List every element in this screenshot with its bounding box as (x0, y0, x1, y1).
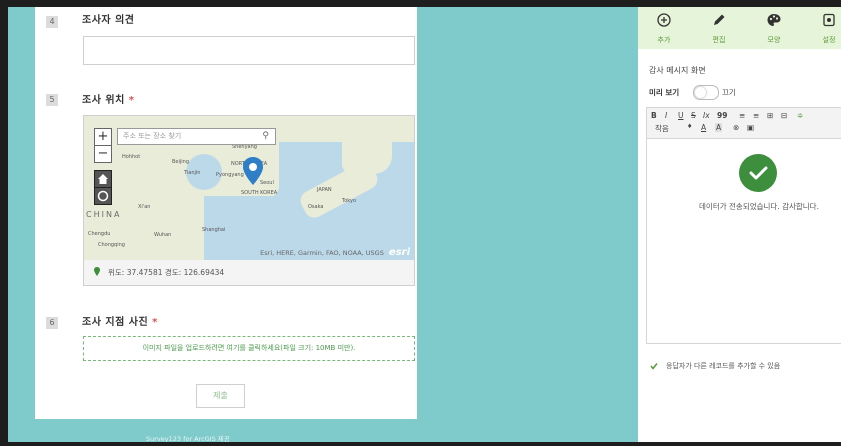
photo-upload-area[interactable]: 이미지 파일을 업로드하려면 여기를 클릭하세요(파일 크기: 10MB 미만)… (83, 336, 415, 361)
quote-button[interactable]: 99 (717, 111, 727, 120)
home-button[interactable] (94, 170, 112, 188)
toggle-state-label: 끄기 (722, 88, 736, 97)
locate-icon (97, 190, 109, 202)
map-label-chengdu: Chengdu (88, 231, 111, 237)
outdent-button[interactable]: ⊟ (781, 111, 787, 120)
search-icon[interactable]: ⚲ (262, 129, 269, 144)
pencil-icon (714, 14, 725, 25)
question-number-6: 6 (46, 317, 58, 329)
map-label-japan: JAPAN (317, 187, 332, 193)
question-title-5-text: 조사 위치 (82, 95, 125, 106)
locate-button[interactable] (94, 187, 112, 205)
map-label-pyongyang: Pyongyang (216, 172, 244, 178)
location-pin-icon[interactable] (242, 156, 264, 186)
map-label-china: CHINA (86, 210, 122, 219)
tool-settings[interactable]: 설정 (809, 7, 841, 49)
window-left-border (0, 0, 8, 446)
map-search-placeholder: 주소 또는 장소 찾기 (123, 132, 182, 140)
preview-label: 미리 보기 (649, 88, 680, 97)
required-marker: * (128, 95, 135, 106)
map-label-xian: Xi'an (138, 204, 151, 210)
land-japan-north (342, 116, 392, 174)
settings-panel: 추가 편집 모양 설정 감사 메시지 화면 미리 보기 끄기 B I U S I… (638, 7, 841, 442)
strike-button[interactable]: S (691, 111, 696, 120)
home-icon (98, 174, 108, 184)
tool-edit-label: 편집 (712, 36, 726, 44)
map-label-shanghai: Shanghai (202, 227, 226, 233)
underline-button[interactable]: U (678, 111, 684, 120)
success-check-icon (739, 154, 777, 192)
app-window: 4 조사자 의견 5 조사 위치 * Shenyang Beijing Tian… (0, 0, 841, 446)
survey-form: 4 조사자 의견 5 조사 위치 * Shenyang Beijing Tian… (35, 7, 417, 419)
tool-settings-label: 설정 (822, 36, 836, 44)
question-title-6-text: 조사 지점 사진 (82, 317, 149, 328)
preview-toggle[interactable] (693, 85, 719, 100)
window-top-border (0, 0, 841, 7)
map-attribution: Esri, HERE, Garmin, FAO, NOAA, USGS esri (260, 247, 410, 258)
editor-toolbar: B I U S Ix 99 ≡ ≡ ⊞ ⊟ ≑ 작음 ♦ A A ⊗ ▣ (647, 108, 841, 139)
bullet-list-button[interactable]: ≡ (753, 111, 759, 120)
settings-icon (823, 13, 835, 27)
text-color-button[interactable]: A (701, 123, 706, 132)
panel-section-title: 감사 메시지 화면 (649, 66, 706, 75)
palette-icon (767, 14, 781, 26)
map-label-beijing: Beijing (172, 159, 190, 165)
map-label-chongqing: Chongqing (98, 242, 125, 248)
window-bottom-border (0, 442, 841, 446)
coordinates-bar: 위도: 37.47581 경도: 126.69434 (83, 260, 415, 286)
map-label-hohhot: Hohhot (122, 154, 141, 160)
map-label-tianjin: Tianjin (184, 170, 201, 176)
panel-toolbar: 추가 편집 모양 설정 (638, 7, 841, 49)
coordinates-text: 위도: 37.47581 경도: 126.69434 (108, 268, 225, 277)
esri-logo: esri (388, 247, 410, 258)
map-search-input[interactable]: 주소 또는 장소 찾기 ⚲ (117, 128, 276, 145)
required-marker: * (152, 317, 158, 328)
map-label-osaka: Osaka (308, 204, 324, 210)
tool-add-label: 추가 (657, 36, 671, 44)
rich-text-editor[interactable]: B I U S Ix 99 ≡ ≡ ⊞ ⊟ ≑ 작음 ♦ A A ⊗ ▣ 데이터… (646, 107, 841, 344)
image-button[interactable]: ▣ (747, 123, 754, 132)
checkmark-icon (749, 166, 768, 180)
font-size-select[interactable]: 작음 (655, 123, 669, 134)
question-number-5: 5 (46, 94, 58, 106)
question-title-4: 조사자 의견 (82, 15, 135, 26)
form-canvas: 4 조사자 의견 5 조사 위치 * Shenyang Beijing Tian… (8, 7, 638, 443)
map-label-wuhan: Wuhan (154, 232, 172, 238)
toggle-knob (695, 87, 706, 98)
italic-button[interactable]: I (665, 111, 667, 120)
question-title-5: 조사 위치 * (82, 91, 135, 106)
link-button[interactable]: ⊗ (733, 123, 739, 132)
opinion-input[interactable] (83, 36, 415, 65)
bold-button[interactable]: B (651, 111, 657, 120)
indent-button[interactable]: ⊞ (767, 111, 773, 120)
tool-edit[interactable]: 편집 (699, 7, 739, 49)
question-number-4: 4 (46, 16, 58, 28)
bg-color-button[interactable]: A (715, 123, 723, 132)
map-label-tokyo: Tokyo (342, 198, 356, 204)
dropdown-icon[interactable]: ♦ (687, 123, 692, 130)
location-map[interactable]: Shenyang Beijing Tianjin Pyongyang Seoul… (83, 115, 415, 261)
align-center-button[interactable]: ≑ (797, 111, 803, 120)
numbered-list-button[interactable]: ≡ (739, 111, 745, 120)
zoom-out-button[interactable]: − (94, 145, 112, 163)
allow-more-records-label: 응답자가 다른 레코드를 추가할 수 있음 (666, 362, 781, 370)
tool-appearance-label: 모양 (767, 36, 781, 44)
attribution-text: Esri, HERE, Garmin, FAO, NOAA, USGS (260, 249, 384, 257)
map-label-south-korea: SOUTH KOREA (241, 190, 278, 196)
plus-circle-icon (657, 13, 671, 27)
clear-format-button[interactable]: Ix (703, 111, 710, 120)
submit-button[interactable]: 제출 (196, 384, 245, 408)
checkbox-allow-more[interactable] (650, 362, 658, 370)
thank-you-message: 데이터가 전송되었습니다. 감사합니다. (699, 202, 819, 211)
question-title-6: 조사 지점 사진 * (82, 313, 158, 328)
tool-appearance[interactable]: 모양 (754, 7, 794, 49)
zoom-in-button[interactable]: + (94, 128, 112, 146)
map-pin-icon (94, 267, 100, 276)
tool-add[interactable]: 추가 (644, 7, 684, 49)
